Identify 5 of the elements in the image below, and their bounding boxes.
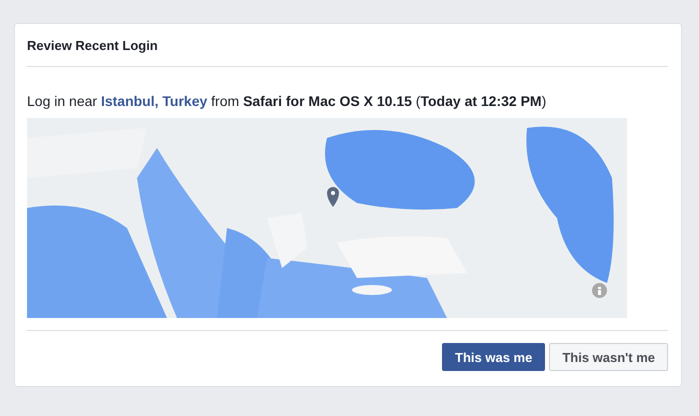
confirm-button[interactable]: This was me [442,343,546,371]
location-link[interactable]: Istanbul, Turkey [100,93,208,109]
deny-button[interactable]: This wasn't me [549,343,668,371]
card-title: Review Recent Login [27,24,668,67]
login-message: Log in near Istanbul, Turkey from Safari for Mac OS X 10.15 (Today at 12:32 PM) [27,93,548,109]
